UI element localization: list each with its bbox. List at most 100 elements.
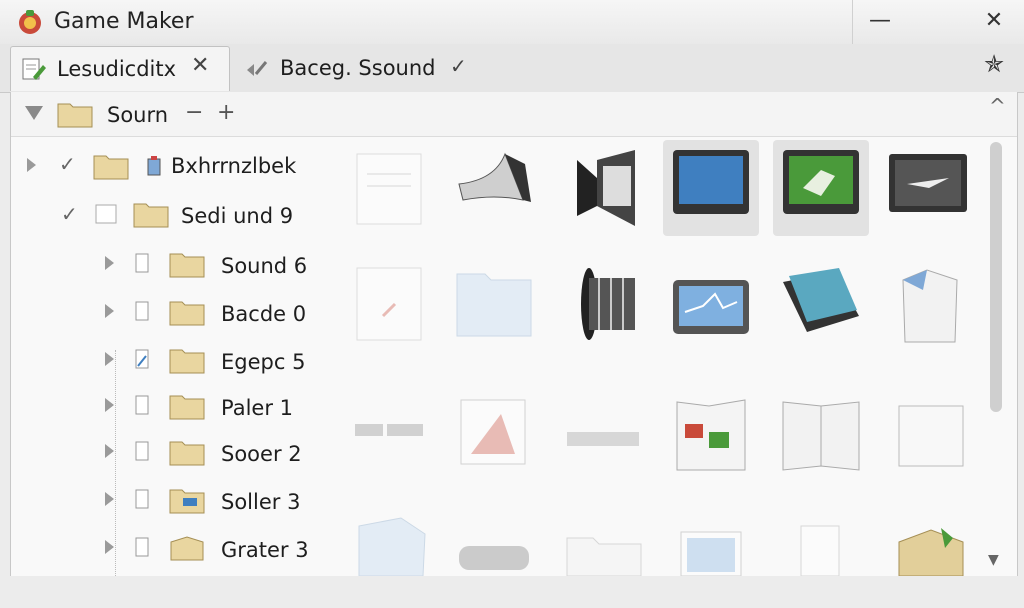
folder-icon — [456, 273, 532, 337]
document-icon — [356, 267, 422, 341]
expand-arrow-icon[interactable] — [105, 304, 114, 318]
expand-caret-icon[interactable] — [25, 106, 43, 120]
dark-monitor-icon — [889, 154, 967, 212]
tree-row[interactable]: Grater 3 — [91, 526, 331, 570]
scroll-down-icon[interactable]: ▼ — [988, 552, 999, 568]
tree-row[interactable]: Paler 1 — [91, 384, 331, 428]
folder-icon — [57, 103, 93, 128]
grid-item[interactable] — [883, 384, 979, 480]
tree-row[interactable]: Sooer 2 — [91, 430, 331, 474]
box-folder-icon — [170, 536, 204, 561]
title-divider — [852, 0, 853, 44]
expand-arrow-icon[interactable] — [105, 256, 114, 270]
pin-button[interactable]: ✯ — [978, 49, 1010, 81]
monitor-icon — [673, 150, 749, 214]
grid-item[interactable] — [343, 256, 439, 352]
speaker-cylinder-icon — [581, 268, 635, 340]
root-folder-row[interactable]: Sourn − + ^ — [11, 92, 1017, 137]
folder-icon — [93, 155, 129, 180]
tree-item-label: Sooer 2 — [221, 442, 302, 466]
edit-file-icon — [135, 349, 149, 369]
tree-row[interactable]: ✓ Bxhrrnzlbek — [11, 144, 331, 188]
tab-bar: Lesudicditx ✕ Baceg. Ssound ✓ ✯ — [0, 44, 1024, 93]
toggle-icon — [459, 546, 529, 570]
folder-icon — [169, 395, 205, 420]
tree-item-label: Bacde 0 — [221, 302, 307, 326]
bars-icon — [355, 424, 423, 436]
title-bar: Game Maker — ✕ — [0, 0, 1024, 44]
file-icon — [135, 253, 149, 273]
tree-row[interactable]: Soller 3 — [91, 478, 331, 522]
grid-item[interactable] — [883, 512, 979, 608]
tree-item-label: Soller 3 — [221, 490, 301, 514]
grid-item[interactable] — [663, 140, 759, 236]
check-icon[interactable]: ✓ — [59, 152, 76, 176]
page-icon — [902, 269, 958, 343]
folder-icon — [133, 203, 169, 228]
blank-file-icon — [95, 204, 117, 224]
grid-item[interactable] — [445, 384, 541, 480]
tree-row[interactable]: Egepc 5 — [91, 338, 331, 382]
tree-row[interactable]: ✓ Sedi und 9 — [11, 192, 331, 236]
grid-item[interactable] — [343, 140, 439, 236]
file-icon — [135, 301, 149, 321]
minimize-button[interactable]: — — [862, 6, 898, 38]
expand-arrow-icon[interactable] — [105, 398, 114, 412]
grid-item[interactable] — [555, 384, 651, 480]
keyboard-icon — [567, 432, 639, 446]
grid-item[interactable] — [445, 256, 541, 352]
add-button[interactable]: + — [217, 100, 235, 125]
expand-arrow-icon[interactable] — [27, 158, 36, 172]
screen-chart-icon — [673, 280, 749, 334]
folder-icon — [169, 349, 205, 374]
tree-row[interactable]: Sound 6 — [91, 242, 331, 286]
grid-item[interactable] — [555, 512, 651, 608]
box-icon — [898, 528, 964, 576]
tree-item-label: Grater 3 — [221, 538, 309, 562]
blank-page-icon — [898, 405, 964, 467]
grid-item[interactable] — [773, 140, 869, 236]
edit-document-icon — [22, 58, 46, 80]
tree-row[interactable]: Bacde 0 — [91, 290, 331, 334]
tree-item-label: Sedi und 9 — [181, 204, 294, 228]
close-icon: ✕ — [984, 8, 1004, 33]
resource-panel: Sourn − + ^ ✓ Bxhrrnzlbek ✓ Sedi und 9 S… — [10, 92, 1018, 576]
grid-item[interactable] — [773, 256, 869, 352]
tab-lesudicditx[interactable]: Lesudicditx ✕ — [10, 46, 230, 91]
grid-item[interactable] — [773, 512, 869, 608]
grid-item[interactable] — [445, 512, 541, 608]
file-icon — [135, 537, 149, 557]
grid-item[interactable] — [445, 140, 541, 236]
sound-folder-icon — [169, 489, 205, 514]
scrollbar-thumb[interactable] — [990, 142, 1002, 412]
close-button[interactable]: ✕ — [976, 6, 1012, 38]
pin-icon: ✯ — [983, 50, 1005, 78]
grid-item[interactable] — [883, 256, 979, 352]
grid-item[interactable] — [663, 256, 759, 352]
books-icon — [783, 268, 859, 332]
tab-baceg-ssound[interactable]: Baceg. Ssound ✓ — [236, 46, 476, 90]
grid-item[interactable] — [663, 512, 759, 608]
tree-item-label: Bxhrrnzlbek — [171, 154, 297, 178]
grid-item[interactable] — [343, 384, 439, 480]
page-icon — [800, 525, 840, 576]
folder-icon — [169, 301, 205, 326]
root-folder-label: Sourn — [107, 103, 169, 127]
collapse-icon[interactable]: ^ — [989, 94, 1006, 118]
expand-arrow-icon[interactable] — [105, 540, 114, 554]
grid-item[interactable] — [883, 140, 979, 236]
check-icon[interactable]: ✓ — [61, 202, 78, 226]
file-icon — [135, 395, 149, 415]
expand-arrow-icon[interactable] — [105, 352, 114, 366]
grid-item[interactable] — [343, 512, 439, 608]
grid-item[interactable] — [663, 384, 759, 480]
grid-item[interactable] — [555, 256, 651, 352]
grid-item[interactable] — [773, 384, 869, 480]
grid-item[interactable] — [555, 140, 651, 236]
folder-icon — [169, 441, 205, 466]
expand-arrow-icon[interactable] — [105, 492, 114, 506]
tab-close-icon[interactable]: ✕ — [191, 53, 209, 78]
remove-button[interactable]: − — [185, 100, 203, 125]
expand-arrow-icon[interactable] — [105, 444, 114, 458]
folder-icon — [358, 517, 426, 576]
